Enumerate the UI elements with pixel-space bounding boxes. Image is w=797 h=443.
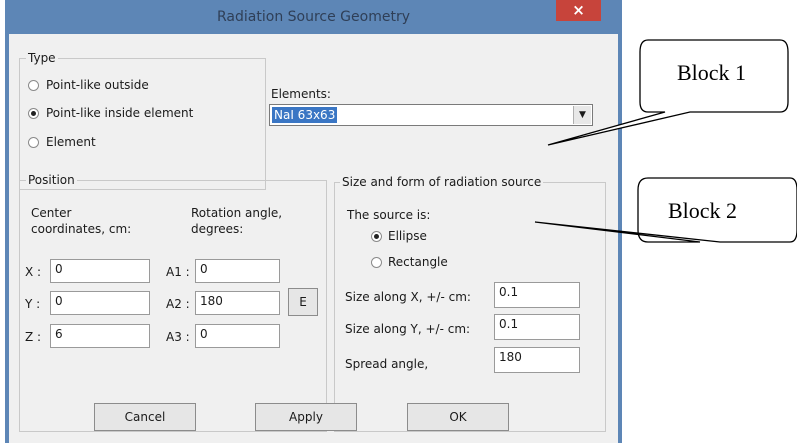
- callout-block-1-text: Block 1: [677, 60, 747, 85]
- callout-block-1-shape: [547, 39, 789, 146]
- callout-block-2-shape: [534, 177, 797, 243]
- callout-block-2-text: Block 2: [668, 198, 738, 223]
